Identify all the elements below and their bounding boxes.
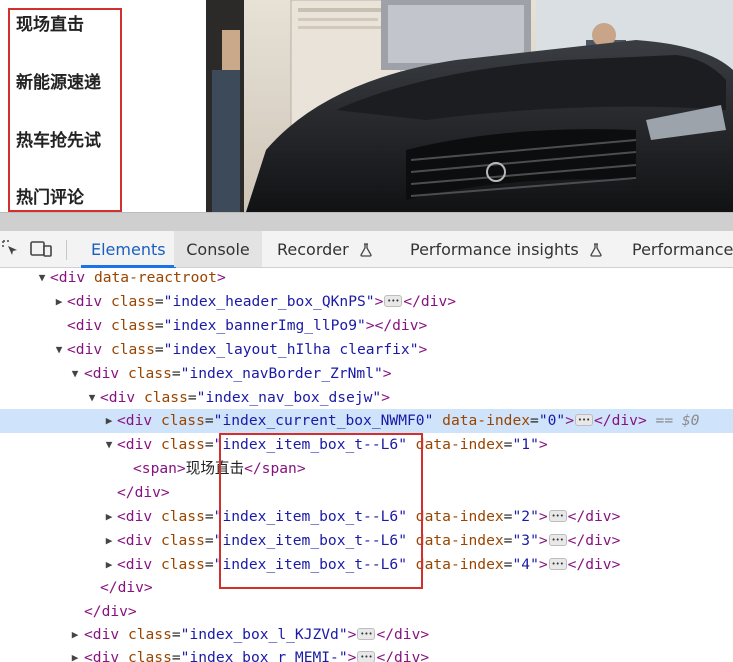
tree-row-selected[interactable]: ▶ <div class="index_current_box_NWMF0" d… xyxy=(0,408,733,433)
collapse-triangle-icon[interactable]: ▼ xyxy=(103,433,115,457)
tree-row[interactable]: ▼ <div class="index_layout_hIlha clearfi… xyxy=(0,338,733,362)
toolbar-divider xyxy=(66,240,67,260)
flask-icon xyxy=(590,243,602,257)
tree-row[interactable]: ▶ <div class="index_box_r_MEMI-"></div> xyxy=(0,645,733,662)
nav-list: 现场直击 新能源速递 热车抢先试 热门评论 xyxy=(0,0,156,212)
inspect-element-icon[interactable] xyxy=(2,240,22,260)
ellipsis-icon[interactable] xyxy=(548,504,567,528)
ellipsis-icon[interactable] xyxy=(357,645,376,662)
page-viewport: 现场直击 新能源速递 热车抢先试 热门评论 xyxy=(0,0,733,212)
expand-triangle-icon[interactable]: ▶ xyxy=(53,290,65,314)
ellipsis-icon[interactable] xyxy=(357,622,376,646)
class-highlight-box xyxy=(219,433,423,589)
tab-recorder[interactable]: Recorder xyxy=(267,231,382,267)
device-toolbar-icon[interactable] xyxy=(30,240,52,260)
collapse-triangle-icon[interactable]: ▼ xyxy=(36,268,48,290)
tab-elements[interactable]: Elements xyxy=(81,231,176,268)
ellipsis-icon[interactable] xyxy=(548,552,567,576)
flask-icon xyxy=(360,243,372,257)
expand-triangle-icon[interactable]: ▶ xyxy=(69,623,81,647)
tree-row[interactable]: </div> xyxy=(0,600,733,624)
tab-performance-insights[interactable]: Performance insights xyxy=(400,231,612,267)
tree-row[interactable]: ▼ <div data-reactroot> xyxy=(0,268,733,290)
devtools-splitter[interactable] xyxy=(0,212,733,231)
tree-row[interactable]: ▶ <div class="index_box_l_KJZVd"></div> xyxy=(0,622,733,647)
ellipsis-icon[interactable] xyxy=(548,528,567,552)
tree-row[interactable]: <div class="index_bannerImg_llPo9"></div… xyxy=(0,314,733,338)
tree-row[interactable]: ▼ <div class="index_nav_box_dsejw"> xyxy=(0,386,733,410)
expand-triangle-icon[interactable]: ▶ xyxy=(103,529,115,553)
banner-image xyxy=(206,0,733,212)
expand-triangle-icon[interactable]: ▶ xyxy=(103,505,115,529)
tab-performance[interactable]: Performance xyxy=(622,231,733,267)
tab-console[interactable]: Console xyxy=(174,231,262,267)
expand-triangle-icon[interactable]: ▶ xyxy=(103,409,115,433)
ellipsis-icon[interactable] xyxy=(384,289,403,313)
tree-row[interactable]: ▶ <div class="index_header_box_QKnPS"></… xyxy=(0,289,733,314)
expand-triangle-icon[interactable]: ▶ xyxy=(103,553,115,577)
tree-row[interactable]: ▼ <div class="index_navBorder_ZrNml"> xyxy=(0,362,733,386)
collapse-triangle-icon[interactable]: ▼ xyxy=(86,386,98,410)
collapse-triangle-icon[interactable]: ▼ xyxy=(53,338,65,362)
ellipsis-icon[interactable] xyxy=(575,408,594,432)
devtools-toolbar: Elements Console Recorder Performance in… xyxy=(0,231,733,268)
expand-triangle-icon[interactable]: ▶ xyxy=(69,646,81,662)
collapse-triangle-icon[interactable]: ▼ xyxy=(69,362,81,386)
nav-highlight-box xyxy=(8,8,122,212)
elements-tree: ▼ <div data-reactroot> ▶ <div class="ind… xyxy=(0,268,733,662)
